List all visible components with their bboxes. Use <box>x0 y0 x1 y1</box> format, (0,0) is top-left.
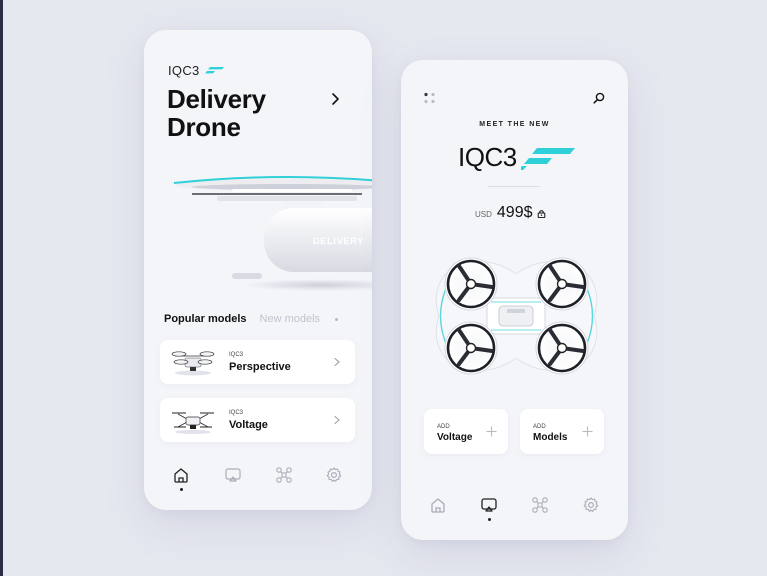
page-title: Delivery Drone <box>167 84 266 142</box>
brand-logo-icon <box>520 147 575 170</box>
lock-icon <box>538 209 546 218</box>
brand-logo-icon <box>204 66 224 73</box>
nav-active-dot <box>180 488 183 491</box>
chevron-right-icon <box>334 415 340 425</box>
tab-new-models[interactable]: New models <box>260 313 321 325</box>
bottom-nav <box>401 492 628 522</box>
add-name: Models <box>533 432 568 443</box>
tab-popular-models[interactable]: Popular models <box>164 313 247 325</box>
model-brand: IQC3 <box>229 352 244 358</box>
quadcopter-thumbnail <box>172 412 214 434</box>
cast-icon[interactable] <box>480 496 498 514</box>
rotor <box>444 257 498 311</box>
chevron-right-icon <box>334 357 340 367</box>
delivery-drone-image: DELIVERY <box>173 176 372 291</box>
drone-icon[interactable] <box>531 496 549 514</box>
phone-screen-right: MEET THE NEW IQC3 USD 499$ ADD Voltage A… <box>401 60 628 540</box>
divider <box>488 186 540 187</box>
window-edge <box>0 0 3 576</box>
plus-icon <box>486 426 497 437</box>
menu-dots-icon[interactable] <box>423 92 437 104</box>
gear-icon[interactable] <box>582 496 600 514</box>
brand-header: IQC3 <box>168 63 224 78</box>
add-models-button[interactable]: ADD Models <box>520 409 604 454</box>
brand-name: IQC3 <box>168 63 200 78</box>
chevron-right-icon[interactable] <box>328 92 342 106</box>
add-voltage-button[interactable]: ADD Voltage <box>424 409 508 454</box>
model-tabs: Popular models New models <box>164 313 339 325</box>
quadcopter-thumbnail <box>171 351 215 376</box>
cast-icon[interactable] <box>224 466 242 484</box>
drone-top-view-image <box>435 257 598 375</box>
price-currency: USD <box>475 210 492 219</box>
gear-icon[interactable] <box>325 466 343 484</box>
drone-icon[interactable] <box>275 466 293 484</box>
model-brand: IQC3 <box>229 410 244 416</box>
brand-name: IQC3 <box>458 142 517 172</box>
home-icon[interactable] <box>172 466 190 484</box>
tab-more-dot[interactable] <box>335 317 339 321</box>
rotor <box>444 321 498 375</box>
drone-label: DELIVERY <box>313 236 364 246</box>
price-value: 499$ <box>496 204 533 221</box>
bottom-nav <box>144 462 372 492</box>
model-card-perspective[interactable]: IQC3 Perspective <box>160 340 355 384</box>
add-label: ADD <box>437 424 450 430</box>
home-icon[interactable] <box>429 496 447 514</box>
model-name: Voltage <box>229 419 268 431</box>
add-name: Voltage <box>437 432 473 443</box>
price: USD 499$ <box>475 204 546 222</box>
plus-icon <box>582 426 593 437</box>
model-name: Perspective <box>229 361 291 373</box>
rotor <box>535 257 589 311</box>
add-label: ADD <box>533 424 546 430</box>
eyebrow-text: MEET THE NEW <box>479 121 550 128</box>
phone-screen-left: IQC3 Delivery Drone DELIVERY Popular mod… <box>144 30 372 510</box>
brand-hero: IQC3 <box>458 142 575 173</box>
search-icon[interactable] <box>593 92 605 104</box>
model-card-voltage[interactable]: IQC3 Voltage <box>160 398 355 442</box>
rotor <box>535 321 589 375</box>
nav-active-dot <box>488 518 491 521</box>
